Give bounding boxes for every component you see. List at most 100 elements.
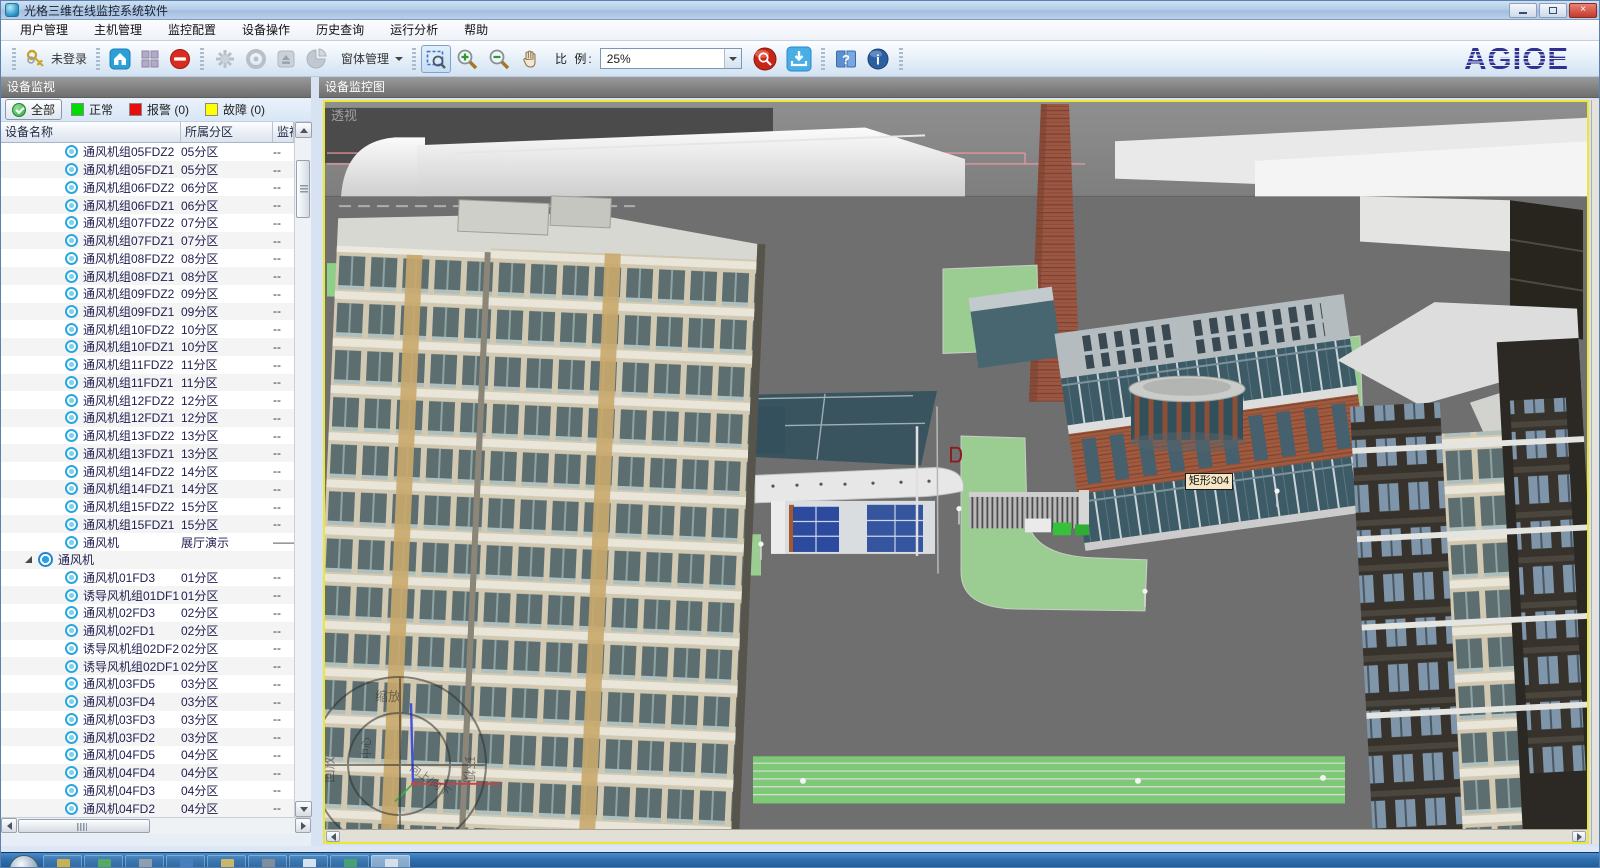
viewport-horizontal-scrollbar[interactable] xyxy=(325,829,1587,842)
device-row[interactable]: 通风机03FD203分区-- xyxy=(1,728,294,746)
panel-splitter[interactable] xyxy=(311,77,319,846)
taskbar-app-button-8[interactable] xyxy=(371,855,410,868)
zoom-out-button[interactable] xyxy=(483,45,515,73)
maximize-button[interactable] xyxy=(1539,3,1567,18)
filter-button-1[interactable]: 正常 xyxy=(64,99,120,120)
device-row[interactable]: 通风机组14FDZ214分区-- xyxy=(1,462,294,480)
scroll-up-button[interactable] xyxy=(295,122,312,138)
scrollbar-thumb[interactable] xyxy=(18,819,150,833)
scroll-left-button[interactable] xyxy=(1,818,17,833)
device-row[interactable]: 通风机04FD204分区-- xyxy=(1,799,294,817)
close-button[interactable]: × xyxy=(1569,3,1597,18)
menu-item-0[interactable]: 用户管理 xyxy=(7,20,81,41)
device-row[interactable]: 通风机01FD301分区-- xyxy=(1,569,294,587)
taskbar-app-button-5[interactable] xyxy=(248,855,287,868)
taskbar-app-button-6[interactable] xyxy=(289,855,328,868)
capture-button[interactable] xyxy=(782,45,816,73)
device-row[interactable]: 通风机组06FDZ106分区-- xyxy=(1,196,294,214)
device-row[interactable]: 通风机组06FDZ206分区-- xyxy=(1,178,294,196)
stop-button[interactable] xyxy=(165,45,195,73)
device-row[interactable]: 诱导风机组02DF202分区-- xyxy=(1,640,294,658)
scroll-down-button[interactable] xyxy=(295,801,312,817)
device-row[interactable]: 通风机组15FDZ215分区-- xyxy=(1,498,294,516)
combo-dropdown-button[interactable] xyxy=(724,49,741,68)
taskbar-app-button-0[interactable] xyxy=(43,855,82,868)
device-row[interactable]: 通风机04FD304分区-- xyxy=(1,781,294,799)
scale-combobox[interactable]: 25% xyxy=(600,48,742,69)
taskbar-app-button-1[interactable] xyxy=(84,855,123,868)
navigation-wheel[interactable]: 缩放 平移 回放 环视 中心 向上/向下 xyxy=(323,676,491,844)
device-row[interactable]: 通风机组12FDZ212分区-- xyxy=(1,391,294,409)
start-button[interactable] xyxy=(9,855,39,868)
device-row[interactable]: 通风机03FD403分区-- xyxy=(1,693,294,711)
device-row[interactable]: 通风机组07FDZ107分区-- xyxy=(1,232,294,250)
3d-scene[interactable] xyxy=(325,102,1587,829)
device-row[interactable]: 通风机组05FDZ205分区-- xyxy=(1,143,294,161)
scrollbar-thumb[interactable] xyxy=(296,160,310,218)
scroll-right-button[interactable] xyxy=(1572,831,1586,842)
device-row[interactable]: 通风机组10FDZ210分区-- xyxy=(1,320,294,338)
menu-item-4[interactable]: 历史查询 xyxy=(303,20,377,41)
filter-button-2[interactable]: 报警 (0) xyxy=(122,99,196,120)
device-row[interactable]: 通风机组09FDZ109分区-- xyxy=(1,303,294,321)
info-button[interactable]: i xyxy=(862,45,894,73)
device-row[interactable]: 诱导风机组02DF102分区-- xyxy=(1,657,294,675)
window-manage-button[interactable]: 窗体管理 xyxy=(333,45,407,73)
wheel-rewind-label[interactable]: 回放 xyxy=(323,756,338,782)
column-header-name[interactable]: 设备名称 xyxy=(1,122,181,142)
device-row[interactable]: 通风机组15FDZ115分区-- xyxy=(1,515,294,533)
device-row[interactable]: 通风机03FD303分区-- xyxy=(1,711,294,729)
device-group-row[interactable]: 通风机 xyxy=(1,551,294,569)
taskbar-app-button-7[interactable] xyxy=(330,855,369,868)
device-row[interactable]: 通风机组12FDZ112分区-- xyxy=(1,409,294,427)
table-vertical-scrollbar[interactable] xyxy=(294,122,311,817)
menu-item-6[interactable]: 帮助 xyxy=(451,20,501,41)
wheel-zoom-label[interactable]: 缩放 xyxy=(375,686,401,705)
device-row[interactable]: 诱导风机组01DF101分区-- xyxy=(1,586,294,604)
viewport-vertical-scrollbar[interactable] xyxy=(1591,100,1600,844)
pan-button[interactable] xyxy=(515,45,545,73)
menu-item-1[interactable]: 主机管理 xyxy=(81,20,155,41)
menu-item-2[interactable]: 监控配置 xyxy=(155,20,229,41)
device-row[interactable]: 通风机04FD504分区-- xyxy=(1,746,294,764)
menu-item-3[interactable]: 设备操作 xyxy=(229,20,303,41)
pie-button-disabled[interactable] xyxy=(301,45,333,73)
wheel-center-label[interactable]: 中心 xyxy=(358,737,374,759)
taskbar-app-button-4[interactable] xyxy=(207,855,246,868)
column-header-status[interactable]: 监视 xyxy=(273,122,294,142)
menu-item-5[interactable]: 运行分析 xyxy=(377,20,451,41)
device-row[interactable]: 通风机组13FDZ113分区-- xyxy=(1,444,294,462)
tile-windows-button[interactable] xyxy=(135,45,165,73)
wheel-button-disabled[interactable] xyxy=(241,45,271,73)
expander-icon[interactable] xyxy=(25,556,32,563)
device-row[interactable]: 通风机展厅演示—— xyxy=(1,533,294,551)
column-header-zone[interactable]: 所属分区 xyxy=(181,122,273,142)
filter-button-3[interactable]: 故障 (0) xyxy=(198,99,272,120)
magnifier-red-button[interactable] xyxy=(748,45,782,73)
device-row[interactable]: 通风机02FD102分区-- xyxy=(1,622,294,640)
minimize-button[interactable] xyxy=(1509,3,1537,18)
device-row[interactable]: 通风机组08FDZ108分区-- xyxy=(1,267,294,285)
home-button[interactable] xyxy=(105,45,135,73)
device-row[interactable]: 通风机组08FDZ208分区-- xyxy=(1,249,294,267)
device-row[interactable]: 通风机组11FDZ111分区-- xyxy=(1,374,294,392)
device-row[interactable]: 通风机组07FDZ207分区-- xyxy=(1,214,294,232)
login-button[interactable]: 未登录 xyxy=(21,45,91,73)
monitor-viewport[interactable]: 透视 矩形304 缩放 平移 回放 环视 中心 向上/向下 xyxy=(323,100,1589,844)
device-row[interactable]: 通风机组10FDZ110分区-- xyxy=(1,338,294,356)
wheel-look-label[interactable]: 环视 xyxy=(461,756,480,782)
fan-button-disabled[interactable] xyxy=(209,45,241,73)
scroll-right-button[interactable] xyxy=(295,818,311,833)
help-button[interactable]: ? xyxy=(830,45,862,73)
device-row[interactable]: 通风机组14FDZ114分区-- xyxy=(1,480,294,498)
device-row[interactable]: 通风机组13FDZ213分区-- xyxy=(1,427,294,445)
device-row[interactable]: 通风机03FD503分区-- xyxy=(1,675,294,693)
taskbar-app-button-2[interactable] xyxy=(125,855,164,868)
table-horizontal-scrollbar[interactable] xyxy=(1,817,311,834)
zoom-in-button[interactable] xyxy=(451,45,483,73)
filter-button-0[interactable]: 全部 xyxy=(5,99,62,120)
device-row[interactable]: 通风机组09FDZ209分区-- xyxy=(1,285,294,303)
eject-button-disabled[interactable] xyxy=(271,45,301,73)
device-row[interactable]: 通风机02FD302分区-- xyxy=(1,604,294,622)
scroll-left-button[interactable] xyxy=(326,831,340,842)
